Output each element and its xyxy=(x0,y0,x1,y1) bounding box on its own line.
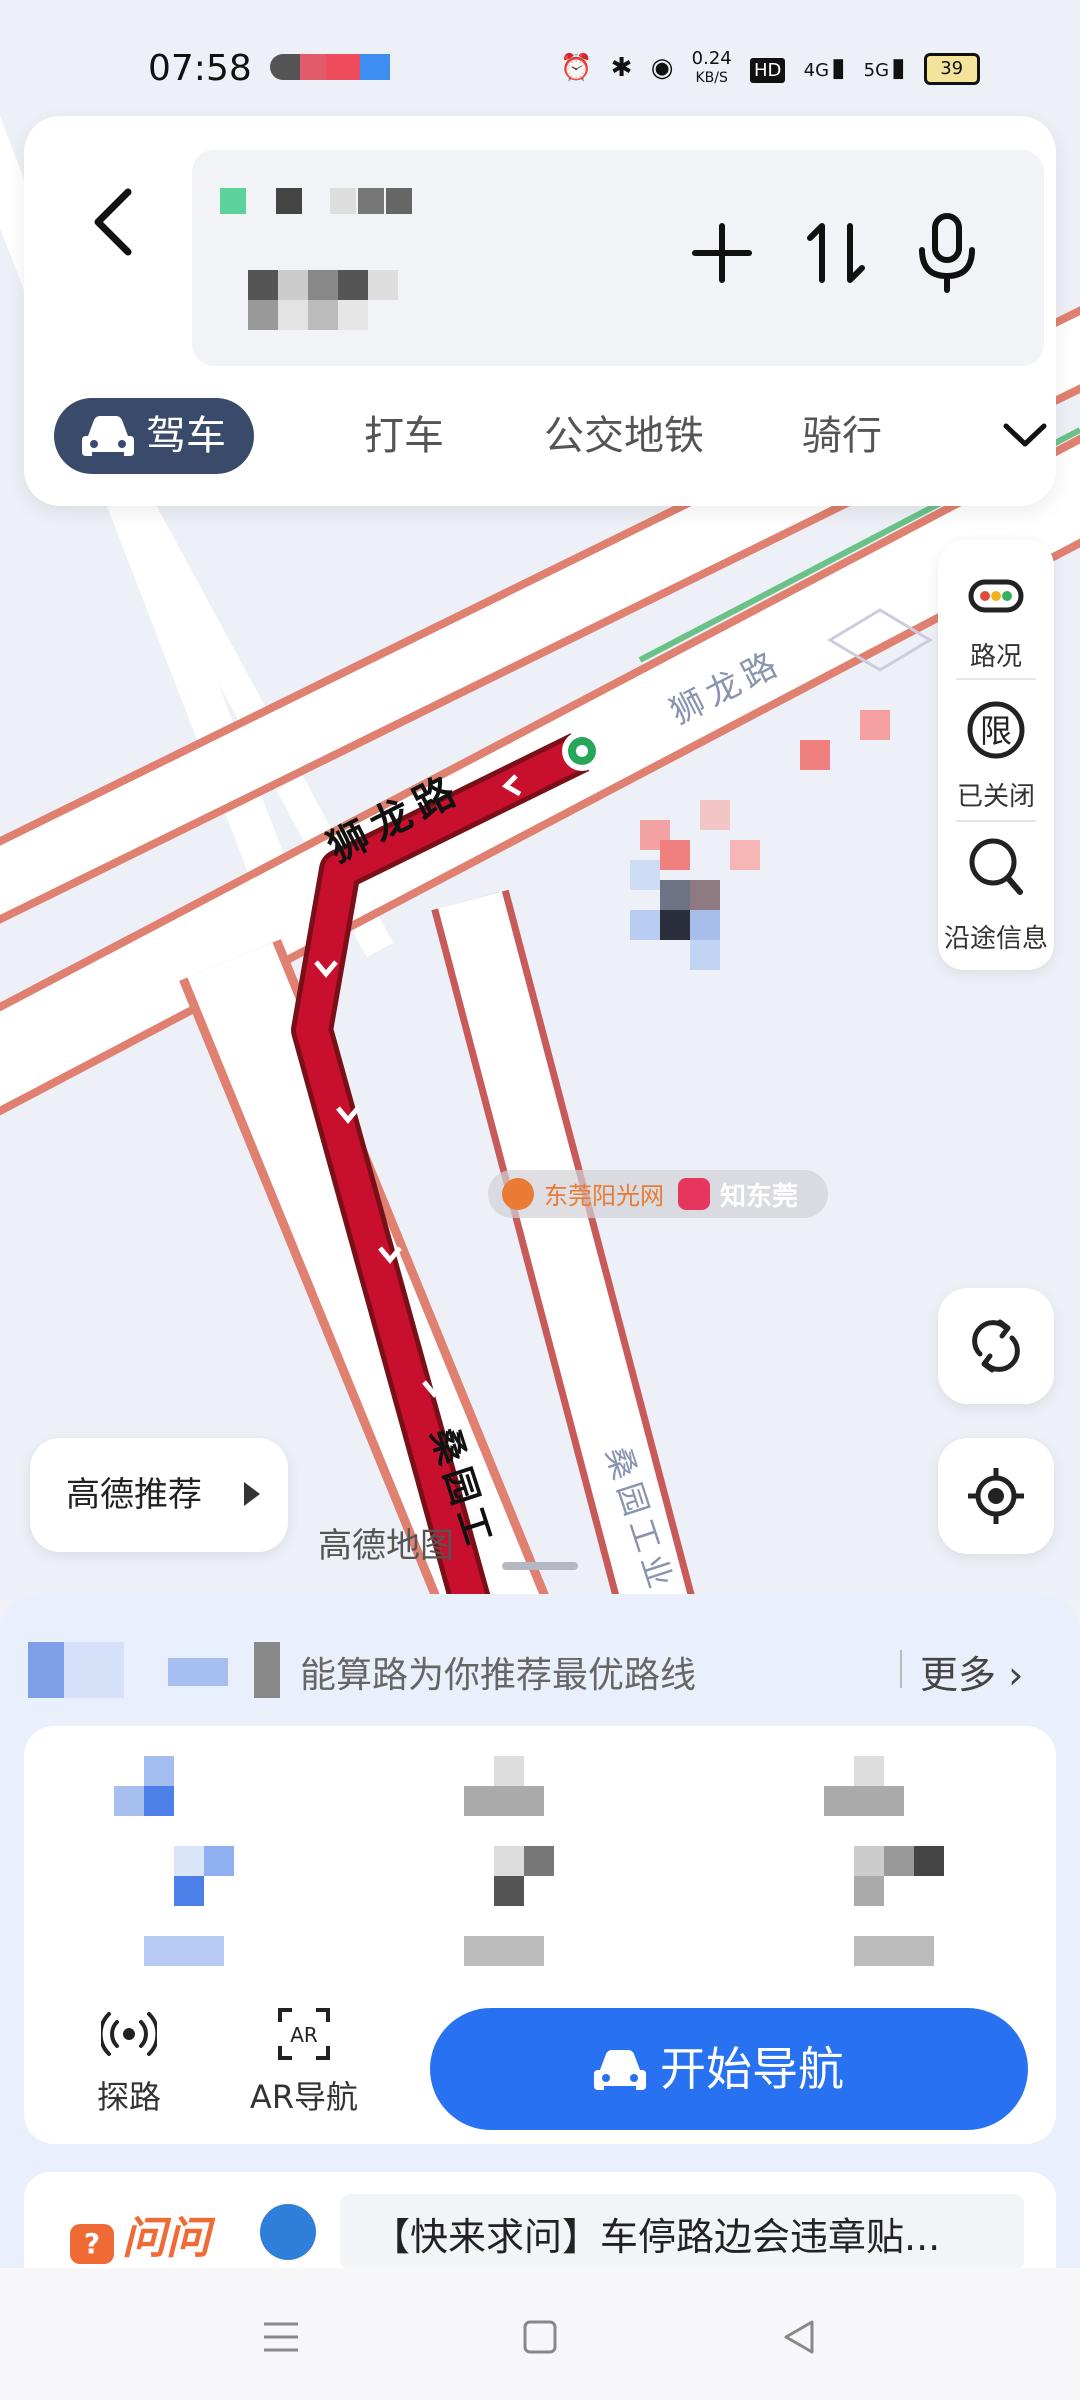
tab-taxi[interactable]: 打车 xyxy=(364,398,444,474)
restriction-toggle[interactable]: 限 已关闭 xyxy=(938,680,1054,818)
more-link[interactable]: 更多 › xyxy=(920,1644,1023,1699)
watermark-logo-icon xyxy=(678,1178,710,1210)
swap-vertical-icon xyxy=(807,223,865,283)
alarm-icon: ⏰ xyxy=(560,53,593,83)
search-icon xyxy=(969,838,1023,895)
ask-question-text[interactable]: 【快来求问】车停路边会违章贴... xyxy=(372,2206,940,2261)
start-field-blurred[interactable] xyxy=(220,188,420,228)
location-icon: ◉ xyxy=(650,53,674,83)
route-option[interactable] xyxy=(84,1756,284,1976)
refresh-route-button[interactable] xyxy=(938,1288,1054,1404)
hd-badge: HD xyxy=(750,58,786,83)
ask-logo: ? 问问 xyxy=(70,2202,210,2266)
avatar xyxy=(260,2204,316,2260)
locate-icon xyxy=(968,1468,1024,1524)
route-inputs[interactable] xyxy=(192,150,1044,366)
signal-bars-icon: ▮ xyxy=(831,53,846,83)
home-button[interactable] xyxy=(515,2312,565,2362)
locate-me-button[interactable] xyxy=(938,1438,1054,1554)
map-logo: 高德地图 xyxy=(318,1526,454,1566)
route-option[interactable] xyxy=(824,1756,1024,1976)
add-stop-button[interactable] xyxy=(677,208,767,298)
battery-icon: 39 xyxy=(923,53,980,85)
route-option[interactable] xyxy=(464,1756,664,1976)
map-side-tools: 路况 限 已关闭 沿途信息 xyxy=(938,540,1054,970)
svg-text:AR: AR xyxy=(290,2023,318,2047)
question-bubble-icon: ? xyxy=(70,2224,114,2264)
destination-field-blurred[interactable] xyxy=(248,270,468,350)
ar-icon: AR xyxy=(278,2008,330,2060)
traffic-light-icon xyxy=(968,579,1024,613)
restriction-icon: 限 xyxy=(967,701,1025,759)
radar-icon xyxy=(101,2012,157,2056)
play-triangle-icon xyxy=(244,1482,260,1506)
menu-button[interactable] xyxy=(256,2312,306,2362)
car-icon xyxy=(594,2050,646,2090)
traffic-toggle[interactable]: 路况 xyxy=(938,540,1054,678)
sheet-drag-handle[interactable] xyxy=(502,1562,578,1570)
banner-blurred-prefix xyxy=(28,1642,288,1698)
watermark-logo-icon xyxy=(502,1178,534,1210)
voice-button[interactable] xyxy=(902,204,992,300)
along-route-info[interactable]: 沿途信息 xyxy=(938,822,1054,960)
route-options-card: 探路 AR AR导航 开始导航 xyxy=(24,1726,1056,2144)
refresh-icon xyxy=(972,1319,1020,1373)
menu-icon xyxy=(264,2322,298,2352)
net-speed: 0.24 KB/S xyxy=(691,48,732,87)
system-indicators: ⏰ ✱ ◉ 0.24 KB/S HD 4G▮ 5G▮ 39 xyxy=(560,50,990,87)
back-button[interactable] xyxy=(68,160,158,270)
more-modes-button[interactable] xyxy=(1000,416,1050,456)
clock: 07:58 xyxy=(148,48,252,89)
tab-drive[interactable]: 驾车 xyxy=(54,398,254,474)
watermark: 东莞阳光网 知东莞 xyxy=(488,1170,828,1218)
swap-button[interactable] xyxy=(792,208,882,298)
amap-recommend-button[interactable]: 高德推荐 xyxy=(30,1438,288,1552)
tab-transit[interactable]: 公交地铁 xyxy=(544,398,704,474)
plus-icon xyxy=(692,223,752,283)
bluetooth-icon: ✱ xyxy=(610,53,633,83)
start-navigation-button[interactable]: 开始导航 xyxy=(430,2008,1028,2130)
home-square-icon xyxy=(523,2320,557,2354)
route-search-card: 驾车 打车 公交地铁 骑行 xyxy=(24,116,1056,506)
back-triangle-icon xyxy=(784,2320,814,2354)
chevron-down-icon xyxy=(1003,423,1047,447)
recommend-banner[interactable]: 能算路为你推荐最优路线 更多 › xyxy=(28,1630,1052,1710)
car-icon xyxy=(82,416,134,456)
notification-icons xyxy=(270,54,400,80)
back-nav-button[interactable] xyxy=(774,2312,824,2362)
chevron-left-icon xyxy=(94,188,132,256)
transport-mode-tabs: 驾车 打车 公交地铁 骑行 xyxy=(54,398,1047,478)
svg-text:限: 限 xyxy=(980,712,1012,750)
ar-navigation-button[interactable]: AR AR导航 xyxy=(234,1996,374,2116)
tab-cycling[interactable]: 骑行 xyxy=(802,398,882,474)
signal-4g: 4G xyxy=(803,60,830,81)
signal-5g: 5G xyxy=(863,60,890,81)
probe-route-button[interactable]: 探路 xyxy=(64,1996,194,2116)
microphone-icon xyxy=(919,213,975,293)
signal-bars-icon: ▮ xyxy=(891,53,906,83)
system-nav-bar xyxy=(0,2268,1080,2400)
